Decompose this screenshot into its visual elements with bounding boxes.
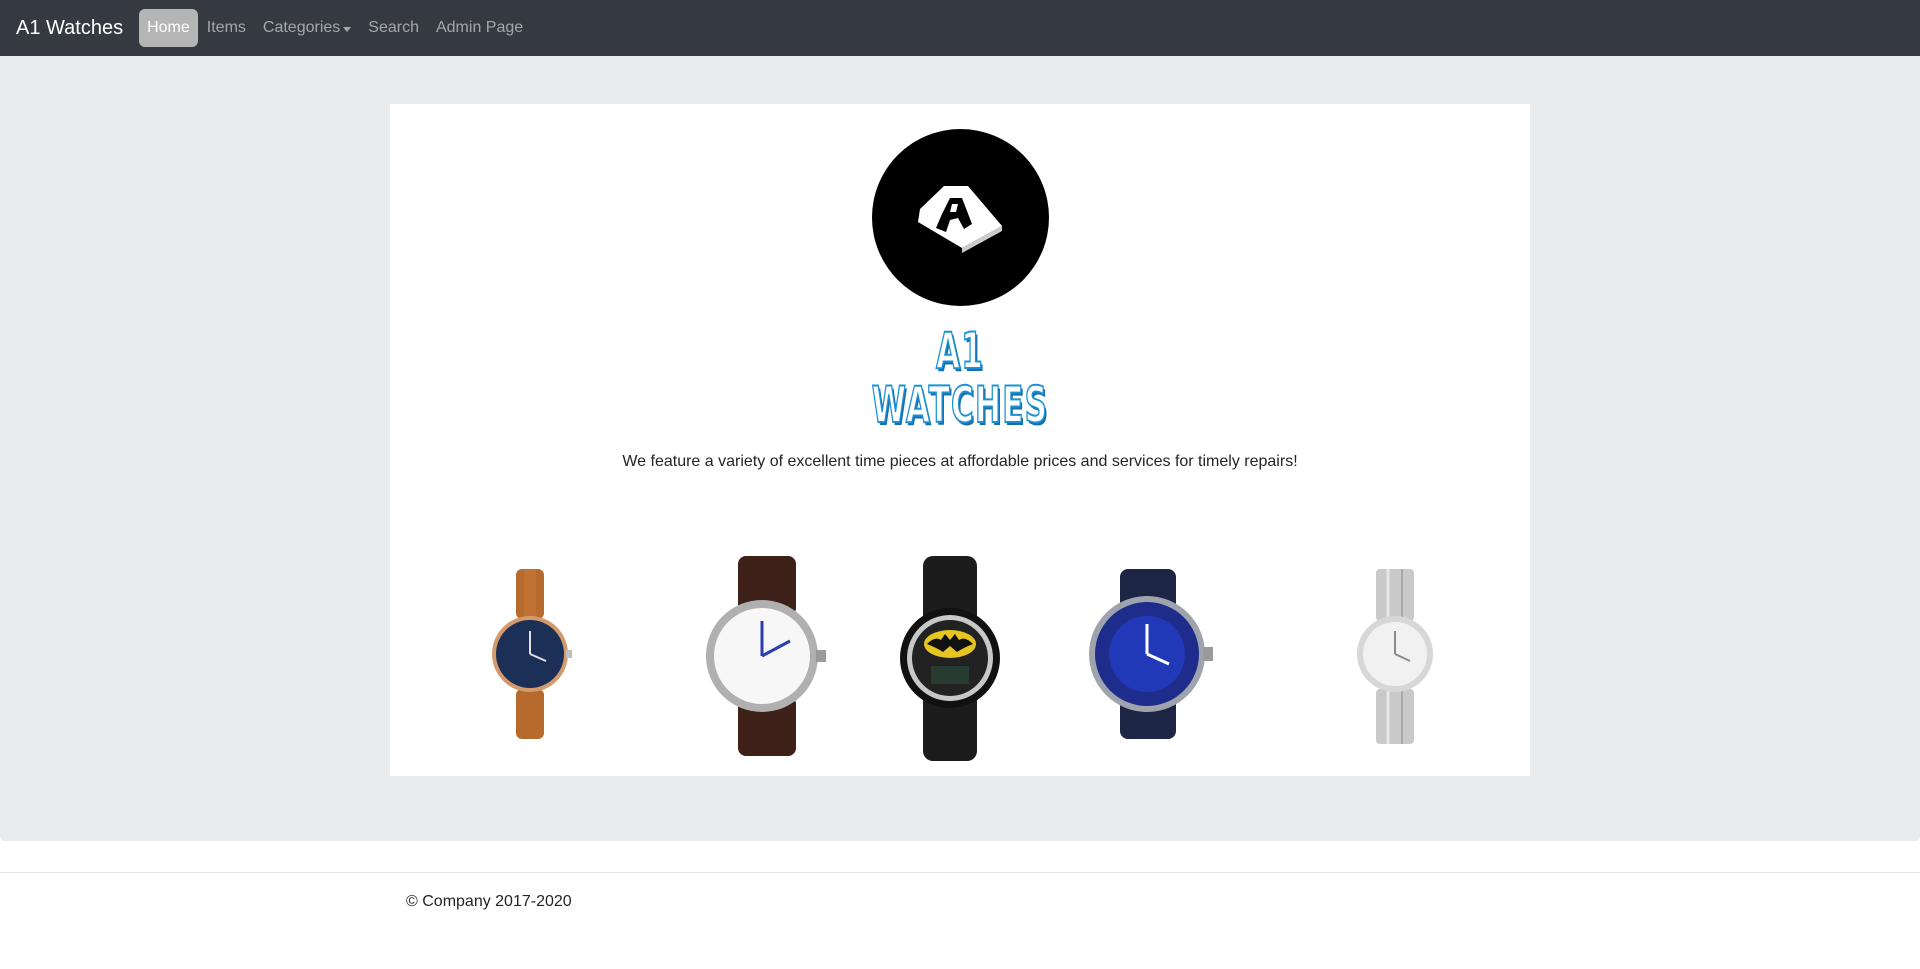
- footer-copyright: © Company 2017-2020: [406, 893, 572, 910]
- hero-card: A1 WATCHES We feature a variety of excel…: [390, 104, 1530, 776]
- jumbotron: A1 WATCHES We feature a variety of excel…: [0, 56, 1920, 841]
- wordmark-line-2: WATCHES: [871, 376, 1049, 434]
- nav-item-search[interactable]: Search: [360, 11, 427, 45]
- nav-item-admin-page[interactable]: Admin Page: [428, 11, 531, 45]
- nav-item-items[interactable]: Items: [199, 11, 254, 45]
- brown-leather-watch-image: [492, 569, 572, 739]
- footer-divider: [0, 872, 1920, 873]
- a1-logo-icon: [872, 129, 1049, 306]
- navbar: A1 Watches Home Items Categories Search …: [0, 0, 1920, 56]
- nav-item-categories-label: Categories: [262, 19, 341, 36]
- nav-item-home[interactable]: Home: [139, 9, 198, 47]
- wordmark-line-1: A1: [935, 322, 985, 380]
- batman-watch-image: [900, 556, 1000, 761]
- a1-watches-wordmark: A1 WATCHES: [836, 322, 1084, 434]
- tagline: We feature a variety of excellent time p…: [622, 453, 1298, 470]
- caret-down-icon: [343, 26, 352, 32]
- dark-brown-leather-watch-image: [706, 556, 826, 756]
- nav-item-categories-dropdown[interactable]: Categories: [255, 11, 359, 45]
- silver-bracelet-watch-image: [1357, 569, 1433, 744]
- navbar-brand[interactable]: A1 Watches: [16, 17, 123, 40]
- blue-diver-watch-image: [1089, 569, 1213, 739]
